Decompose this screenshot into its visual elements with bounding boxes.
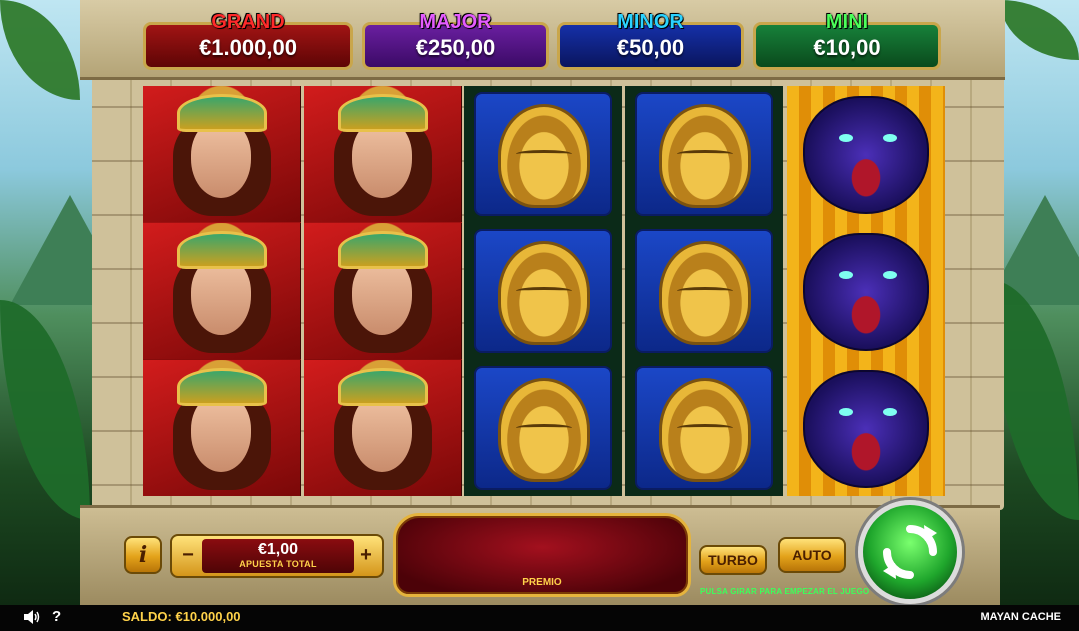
symbol-panther	[787, 86, 945, 222]
autoplay-button[interactable]: AUTO	[778, 537, 846, 573]
turbo-button[interactable]: TURBO	[699, 545, 767, 575]
symbol-panther	[787, 360, 945, 496]
reel-1	[143, 86, 301, 496]
jackpot-mini-amount: €10,00	[813, 35, 881, 60]
bet-label: APUESTA TOTAL	[239, 559, 317, 569]
jackpot-grand: GRAND €1.000,00	[143, 11, 353, 70]
jackpot-grand-amount: €1.000,00	[199, 35, 297, 60]
win-label: PREMIO	[522, 577, 562, 588]
refresh-arrows-icon	[883, 525, 937, 579]
symbol-queen	[304, 223, 462, 359]
symbol-queen	[304, 86, 462, 222]
jackpot-minor: MINOR €50,00	[557, 11, 744, 70]
symbol-queen	[143, 360, 301, 496]
jackpot-minor-amount: €50,00	[616, 35, 685, 60]
sound-icon[interactable]	[24, 610, 40, 624]
palm-leaf-top-left	[0, 0, 80, 100]
balance-value: €10.000,00	[175, 609, 241, 624]
bet-decrease-button[interactable]: −	[176, 544, 200, 568]
balance-label: SALDO:	[122, 609, 172, 624]
jackpot-mini: MINI €10,00	[753, 11, 941, 70]
status-bar: ? SALDO: €10.000,00 MAYAN CACHE	[0, 605, 1079, 631]
spin-hint: PULSA GIRAR PARA EMPEZAR EL JUEGO	[700, 587, 870, 596]
symbol-panther	[787, 223, 945, 359]
reel-3	[464, 86, 622, 496]
symbol-mask	[464, 223, 622, 359]
symbol-mask	[464, 360, 622, 496]
bet-display: €1,00 APUESTA TOTAL	[202, 539, 354, 573]
symbol-queen	[304, 360, 462, 496]
info-button[interactable]: i	[124, 536, 162, 574]
help-button[interactable]: ?	[52, 608, 61, 625]
jackpot-grand-label: GRAND	[211, 11, 285, 33]
reel-4	[625, 86, 783, 496]
win-display: PREMIO	[393, 513, 691, 597]
symbol-queen	[143, 86, 301, 222]
jackpot-major-amount: €250,00	[415, 35, 496, 60]
symbol-mask	[625, 86, 783, 222]
palm-leaf-top-right	[1000, 0, 1079, 60]
bet-value: €1,00	[257, 541, 299, 558]
palm-leaf-left	[0, 300, 90, 520]
bet-increase-button[interactable]: +	[354, 544, 378, 568]
balance: SALDO: €10.000,00	[122, 609, 241, 624]
jackpot-major: MAJOR €250,00	[362, 11, 549, 70]
spin-button[interactable]	[858, 500, 962, 604]
symbol-queen	[143, 223, 301, 359]
symbol-mask	[625, 223, 783, 359]
symbol-mask	[625, 360, 783, 496]
jackpot-mini-label: MINI	[825, 11, 869, 33]
game-title: MAYAN CACHE	[980, 611, 1061, 623]
bet-selector: − €1,00 APUESTA TOTAL +	[170, 534, 384, 578]
reel-2	[304, 86, 462, 496]
jackpot-minor-label: MINOR	[617, 11, 684, 33]
reel-5	[787, 86, 945, 496]
symbol-mask	[464, 86, 622, 222]
jackpot-major-label: MAJOR	[419, 11, 492, 33]
